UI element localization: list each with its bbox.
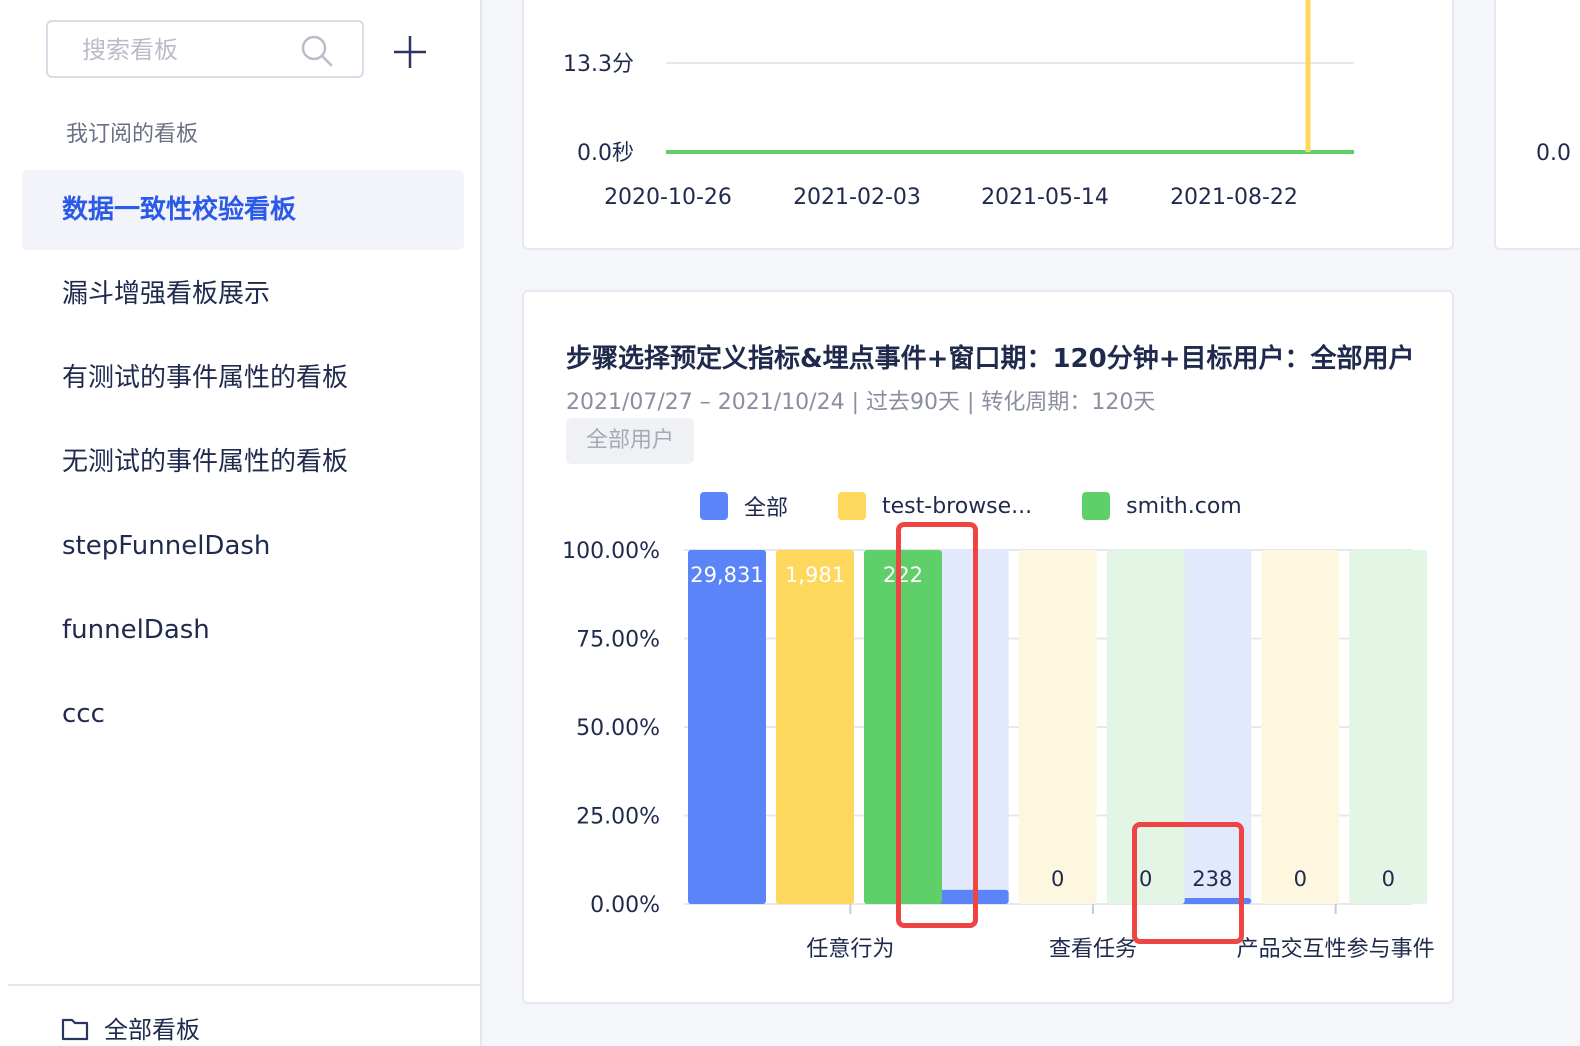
side-chart: 0.0 (1536, 141, 1571, 166)
bar-data-label: 0 (1051, 867, 1064, 891)
board-item-with-test-props[interactable]: 有测试的事件属性的看板 (22, 338, 464, 418)
sidebar: 我订阅的看板 数据一致性校验看板 漏斗增强看板展示 有测试的事件属性的看板 无测… (0, 0, 482, 1046)
board-item-stepfunneldash[interactable]: stepFunnelDash (22, 506, 464, 586)
x-tick-label: 2021-05-14 (981, 185, 1109, 210)
bar-data-label: 0 (1382, 867, 1395, 891)
y-tick-label: 100.00% (562, 539, 660, 564)
bar-background (1349, 550, 1428, 904)
x-tick-label: 任意行为 (806, 937, 894, 962)
y-tick-label: 0.0秒 (577, 141, 634, 166)
all-boards-label: 全部看板 (104, 1016, 200, 1044)
y-tick-label: 0.0 (1536, 141, 1571, 166)
bar-data-label: 0 (1294, 867, 1307, 891)
bar-background (1018, 550, 1097, 904)
bar-data-label: 29,831 (690, 563, 763, 587)
all-boards-link[interactable]: 全部看板 (60, 1010, 200, 1045)
annotation-box (896, 522, 978, 928)
funnel-card: 步骤选择预定义指标&埋点事件+窗口期：120分钟+目标用户：全部用户 2021/… (522, 290, 1454, 1004)
board-item-funneldash[interactable]: funnelDash (22, 590, 464, 670)
board-list: 数据一致性校验看板 漏斗增强看板展示 有测试的事件属性的看板 无测试的事件属性的… (22, 170, 464, 758)
x-tick-label: 产品交互性参与事件 (1237, 937, 1435, 962)
search-icon[interactable] (300, 34, 334, 68)
subscribed-boards-heading: 我订阅的看板 (66, 122, 199, 147)
side-card: 0.0 (1494, 0, 1580, 250)
bar-data-label: 1,981 (785, 563, 845, 587)
y-tick-label: 75.00% (576, 628, 660, 653)
add-board-icon[interactable] (392, 34, 428, 70)
sidebar-divider (8, 984, 480, 986)
search-input[interactable] (80, 34, 294, 66)
funnel-bar-chart: 100.00% 75.00% 50.00% 25.00% 0.00% 任意行为 查看任务 产品… (562, 539, 1435, 962)
board-item-without-test-props[interactable]: 无测试的事件属性的看板 (22, 422, 464, 502)
y-tick-label: 13.3分 (563, 52, 634, 77)
folder-icon (61, 1018, 89, 1040)
bar (776, 550, 854, 904)
y-tick-label: 0.00% (590, 893, 660, 918)
x-tick-label: 2020-10-26 (604, 185, 732, 210)
line-chart-card: 13.3分 0.0秒 2020-10-26 2021-02-03 2021-05… (522, 0, 1454, 250)
annotation-box (1132, 822, 1244, 944)
bar-background (1261, 550, 1340, 904)
bar (688, 550, 766, 904)
line-chart: 13.3分 0.0秒 2020-10-26 2021-02-03 2021-05… (563, 0, 1354, 210)
board-item-funnel-enhanced[interactable]: 漏斗增强看板展示 (22, 254, 464, 334)
y-tick-label: 50.00% (576, 716, 660, 741)
board-item-ccc[interactable]: ccc (22, 674, 464, 754)
board-item-consistency[interactable]: 数据一致性校验看板 (22, 170, 464, 250)
search-box[interactable] (46, 20, 364, 78)
x-tick-label: 2021-02-03 (793, 185, 921, 210)
y-tick-label: 25.00% (576, 805, 660, 830)
x-tick-label: 查看任务 (1049, 937, 1137, 962)
x-tick-label: 2021-08-22 (1170, 185, 1298, 210)
